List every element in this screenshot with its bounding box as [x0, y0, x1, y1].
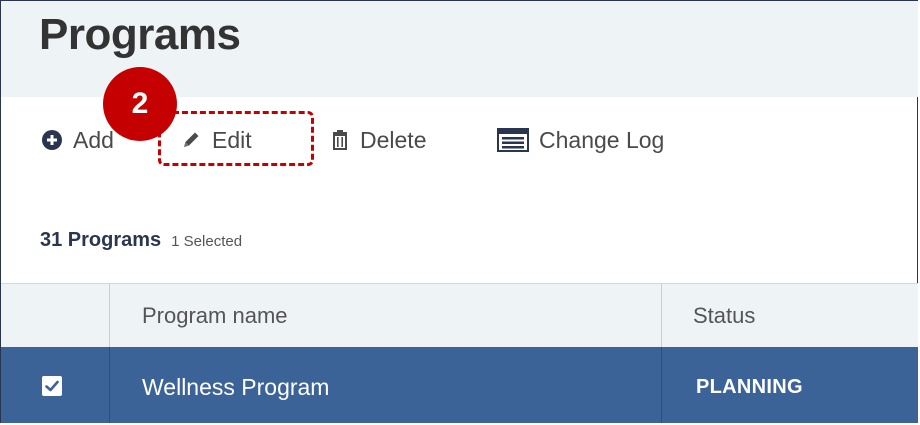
row-cell-divider: [661, 347, 662, 423]
column-header-status[interactable]: Status: [693, 303, 755, 329]
plus-circle-icon: [41, 129, 63, 151]
edit-button[interactable]: Edit: [180, 122, 252, 158]
row-cell-divider: [109, 347, 110, 423]
pencil-icon: [180, 129, 202, 151]
status-cell: PLANNING: [696, 376, 803, 398]
trash-icon: [330, 129, 350, 151]
check-icon: [44, 378, 60, 394]
selected-count: 1 Selected: [171, 233, 243, 250]
delete-button[interactable]: Delete: [330, 122, 426, 158]
add-button[interactable]: Add: [41, 122, 114, 158]
edit-button-label: Edit: [212, 126, 252, 153]
program-count-summary: 31 Programs 1 Selected: [40, 229, 242, 253]
page-title: Programs: [39, 10, 241, 59]
delete-button-label: Delete: [360, 126, 427, 153]
column-header-program-name[interactable]: Program name: [142, 303, 288, 329]
change-log-button[interactable]: Change Log: [497, 122, 664, 158]
change-log-button-label: Change Log: [539, 126, 665, 153]
add-button-label: Add: [73, 126, 114, 153]
column-divider: [109, 283, 110, 347]
program-name-cell: Wellness Program: [142, 374, 330, 400]
row-checkbox[interactable]: [42, 376, 62, 396]
program-count: 31 Programs: [40, 229, 162, 251]
table-header: [1, 283, 918, 348]
column-divider: [661, 283, 662, 347]
step-callout-badge: 2: [103, 67, 177, 141]
list-window-icon: [497, 128, 529, 152]
